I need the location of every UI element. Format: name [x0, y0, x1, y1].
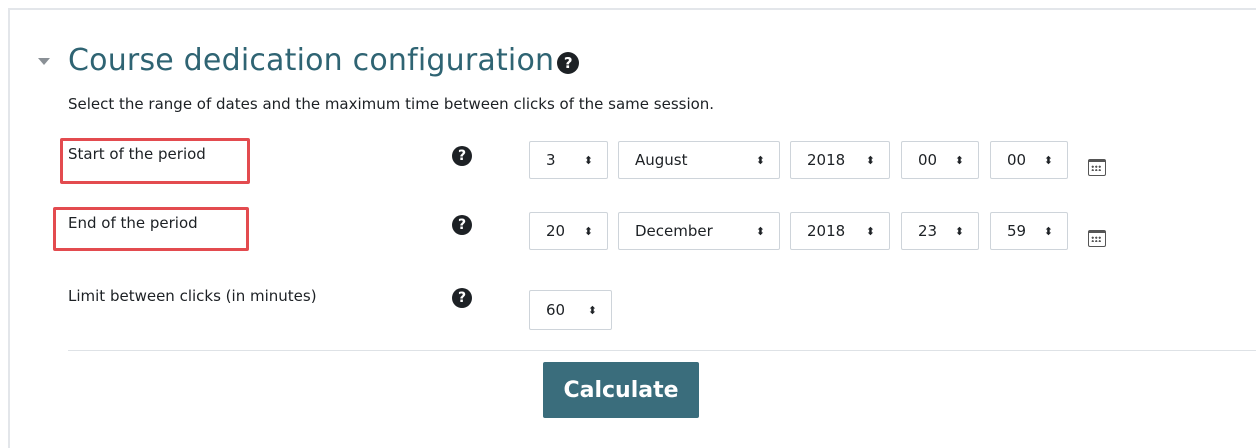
end-hour-value: 23 [918, 222, 938, 240]
start-minute-select[interactable]: 00 ⬍ [990, 141, 1068, 179]
start-month-value: August [635, 151, 688, 169]
section-description: Select the range of dates and the maximu… [68, 95, 715, 113]
select-arrows-icon: ⬍ [865, 153, 875, 167]
select-arrows-icon: ⬍ [954, 224, 964, 238]
end-help-icon[interactable]: ? [452, 215, 472, 235]
start-help-icon[interactable]: ? [452, 146, 472, 166]
start-day-select[interactable]: 3 ⬍ [529, 141, 608, 179]
select-arrows-icon: ⬍ [755, 224, 765, 238]
select-arrows-icon: ⬍ [755, 153, 765, 167]
start-hour-select[interactable]: 00 ⬍ [901, 141, 979, 179]
limit-select[interactable]: 60 ⬍ [529, 290, 612, 330]
end-month-select[interactable]: December ⬍ [618, 212, 780, 250]
start-month-select[interactable]: August ⬍ [618, 141, 780, 179]
end-year-select[interactable]: 2018 ⬍ [790, 212, 890, 250]
start-minute-value: 00 [1007, 151, 1027, 169]
select-arrows-icon: ⬍ [865, 224, 875, 238]
end-year-value: 2018 [807, 222, 846, 240]
select-arrows-icon: ⬍ [583, 224, 593, 238]
section-title: Course dedication configuration [68, 42, 555, 78]
start-year-value: 2018 [807, 151, 846, 169]
select-arrows-icon: ⬍ [583, 153, 593, 167]
select-arrows-icon: ⬍ [954, 153, 964, 167]
select-arrows-icon: ⬍ [1043, 224, 1053, 238]
end-day-select[interactable]: 20 ⬍ [529, 212, 608, 250]
limit-help-icon[interactable]: ? [452, 288, 472, 308]
divider [68, 350, 1256, 351]
calculate-button[interactable]: Calculate [543, 362, 699, 418]
end-minute-value: 59 [1007, 222, 1027, 240]
start-hour-value: 00 [918, 151, 938, 169]
select-arrows-icon: ⬍ [587, 303, 597, 317]
limit-value: 60 [546, 301, 566, 319]
end-day-value: 20 [546, 222, 566, 240]
start-calendar-icon[interactable] [1088, 159, 1106, 176]
end-period-label: End of the period [68, 214, 198, 232]
end-hour-select[interactable]: 23 ⬍ [901, 212, 979, 250]
limit-label: Limit between clicks (in minutes) [68, 287, 317, 305]
end-calendar-icon[interactable] [1088, 230, 1106, 247]
section-header[interactable]: Course dedication configuration ? [38, 38, 580, 82]
start-year-select[interactable]: 2018 ⬍ [790, 141, 890, 179]
select-arrows-icon: ⬍ [1043, 153, 1053, 167]
start-period-label: Start of the period [68, 145, 206, 163]
end-month-value: December [635, 222, 713, 240]
help-icon[interactable]: ? [557, 52, 580, 74]
start-day-value: 3 [546, 151, 556, 169]
end-minute-select[interactable]: 59 ⬍ [990, 212, 1068, 250]
collapse-caret-icon[interactable] [38, 57, 50, 65]
